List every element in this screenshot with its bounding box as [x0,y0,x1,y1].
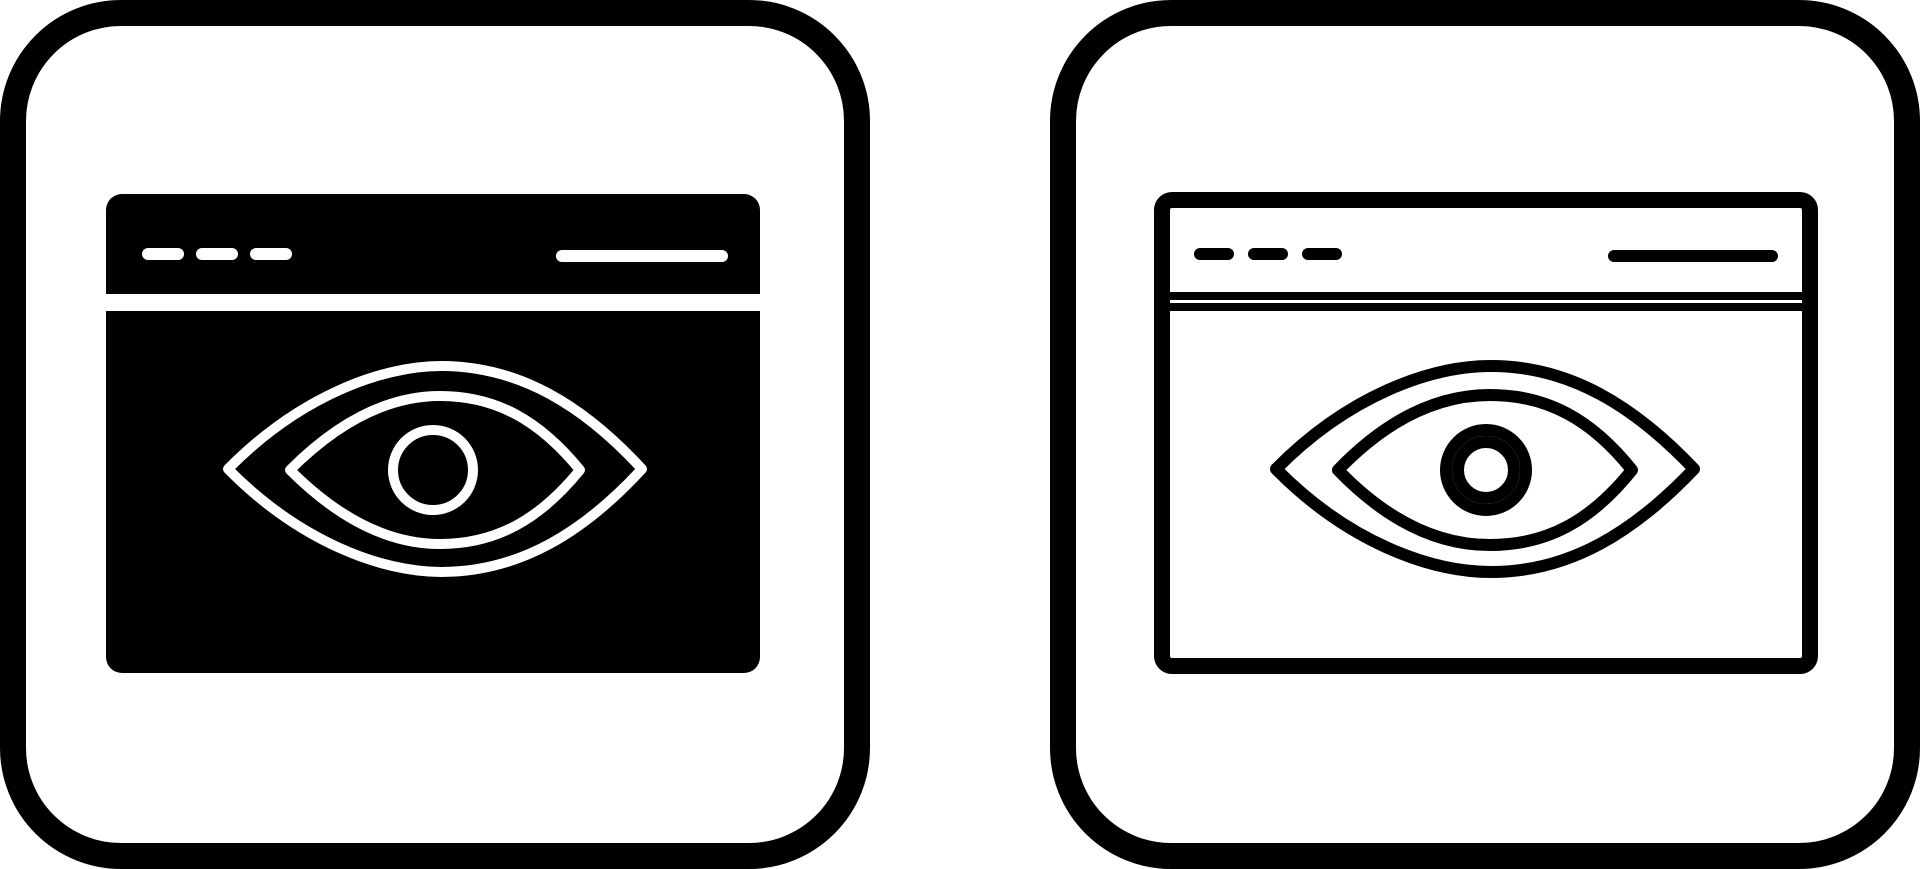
icon-tile-filled [0,0,870,869]
eye-inner [1332,389,1638,551]
window-controls [1194,248,1778,262]
eye-pupil [403,440,463,500]
browser-titlebar [106,194,760,294]
icon-sheet [0,0,1920,869]
web-view-icon-filled [0,0,870,869]
eye-pupil [1452,436,1520,504]
web-view-icon-outline [1050,0,1920,869]
eye-icon [1270,360,1700,578]
icon-tile-outline [1050,0,1920,869]
